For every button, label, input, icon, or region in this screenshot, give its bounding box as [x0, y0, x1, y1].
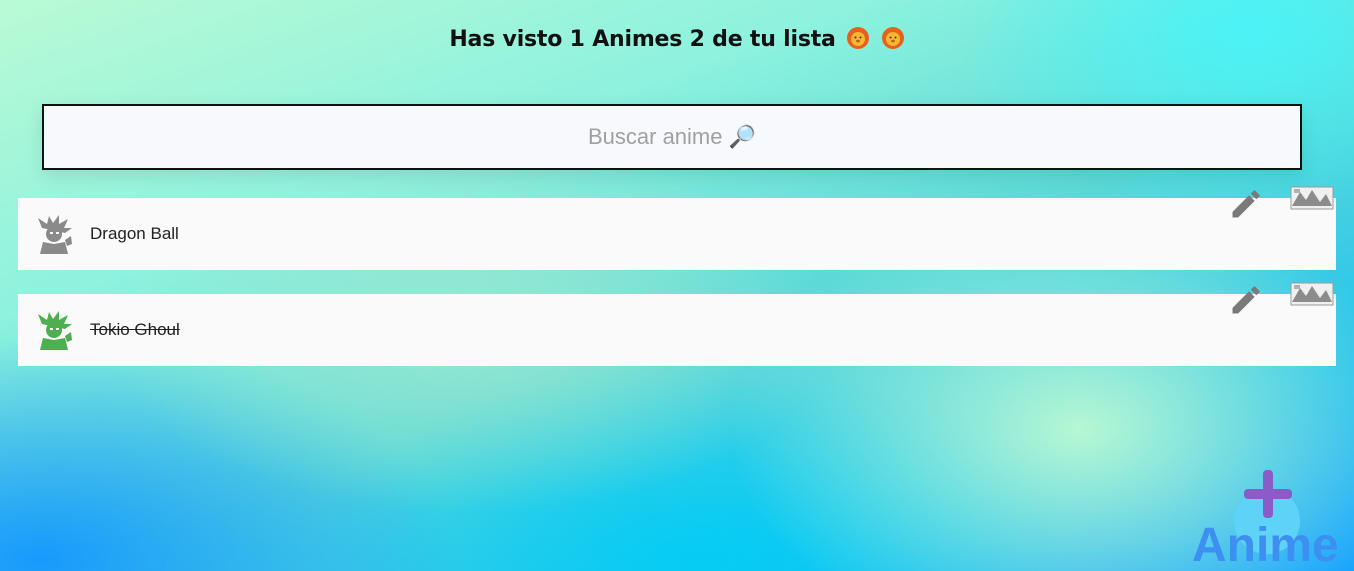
page-title-text: Has visto 1 Animes 2 de tu lista: [449, 27, 836, 52]
add-anime-label[interactable]: Anime: [1192, 522, 1339, 570]
broken-image-icon[interactable]: [1290, 186, 1334, 210]
goku-avatar-icon: [38, 215, 72, 254]
list-item[interactable]: Tokio Ghoul: [18, 282, 1336, 366]
search-box[interactable]: [42, 104, 1302, 170]
search-input[interactable]: [44, 105, 1300, 169]
anime-name: Dragon Ball: [90, 224, 179, 243]
broken-image-icon[interactable]: [1290, 282, 1334, 306]
lion-face-icon: [847, 27, 870, 49]
pencil-icon[interactable]: [1228, 186, 1264, 222]
anime-name: Tokio Ghoul: [90, 320, 180, 339]
page-title: Has visto 1 Animes 2 de tu lista: [0, 26, 1354, 52]
plus-icon: [1244, 470, 1292, 518]
goku-avatar-icon: [38, 311, 72, 350]
lion-face-icon: [881, 27, 904, 49]
list-item[interactable]: Dragon Ball: [18, 186, 1336, 270]
pencil-icon[interactable]: [1228, 282, 1264, 318]
